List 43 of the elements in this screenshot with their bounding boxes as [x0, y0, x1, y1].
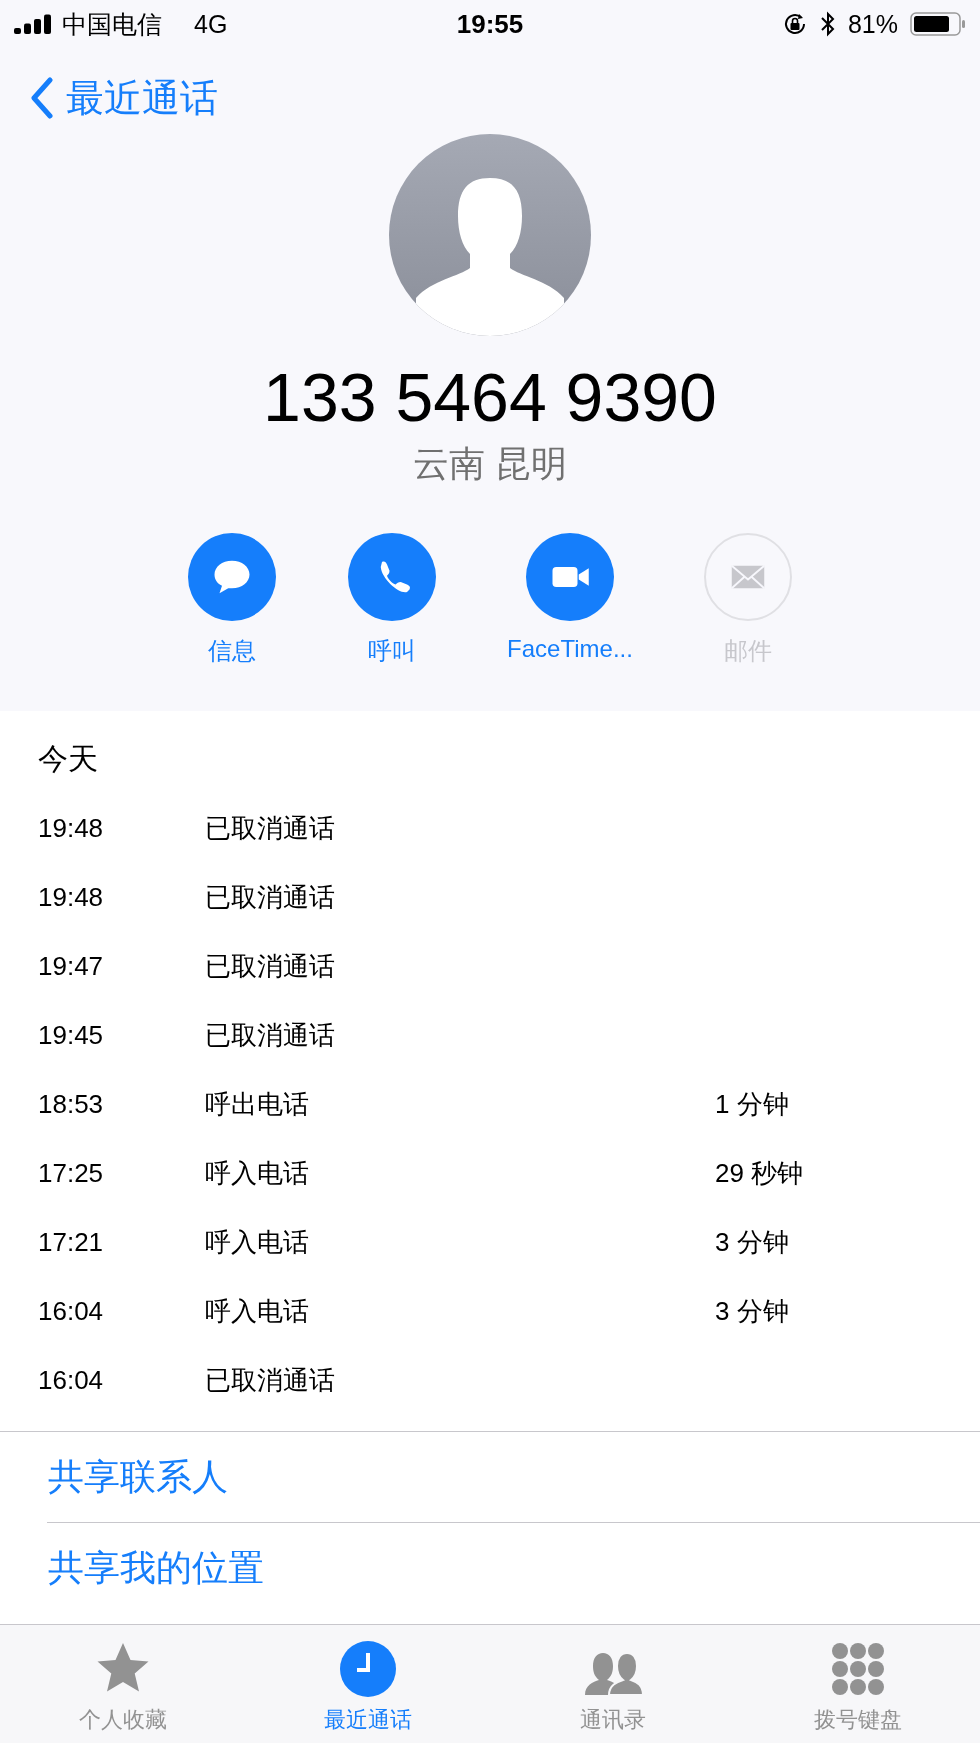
- call-type: 已取消通话: [205, 1020, 335, 1050]
- call-time: 16:04: [38, 1296, 104, 1326]
- network-type: 4G: [194, 9, 228, 39]
- bluetooth-icon: [819, 11, 836, 37]
- chevron-icon: [30, 77, 54, 119]
- video-action[interactable]: FaceTime...: [507, 533, 633, 663]
- call-duration: 1 分钟: [715, 1088, 789, 1121]
- call-time: 19:48: [38, 882, 104, 912]
- battery-percent: 81%: [847, 9, 898, 39]
- phone-number: 133 5464 9390: [263, 358, 717, 436]
- battery-icon: [910, 11, 966, 37]
- call-type: 已取消通话: [205, 951, 335, 981]
- back-button[interactable]: 最近通话: [30, 72, 218, 124]
- call-time: 17:21: [38, 1227, 104, 1257]
- call-duration: 3 分钟: [715, 1295, 789, 1328]
- call-time: 19:47: [38, 951, 104, 981]
- call-duration: 29 秒钟: [715, 1157, 804, 1190]
- call-time: 17:25: [38, 1158, 104, 1188]
- call-type: 呼入电话: [205, 1158, 309, 1188]
- tab-item[interactable]: 个人收藏: [0, 1625, 245, 1743]
- tab-item[interactable]: 拨号键盘: [735, 1625, 980, 1743]
- recents-icon: [337, 1639, 398, 1699]
- call-duration: 3 分钟: [715, 1226, 789, 1259]
- action-link[interactable]: 共享联系人: [0, 1432, 980, 1522]
- call-time: 18:53: [38, 1089, 104, 1119]
- tab-item[interactable]: 通讯录: [490, 1625, 735, 1743]
- call-time: 19:45: [38, 1020, 104, 1050]
- call-time: 16:04: [38, 1365, 104, 1395]
- call-type: 呼入电话: [205, 1296, 309, 1326]
- call-type: 已取消通话: [205, 813, 335, 843]
- call-type: 呼出电话: [205, 1089, 309, 1119]
- action-link[interactable]: 共享我的位置: [0, 1523, 980, 1613]
- tab-item[interactable]: 最近通话: [245, 1625, 490, 1743]
- avatar-icon: [389, 134, 591, 336]
- call-type: 已取消通话: [205, 1365, 335, 1395]
- carrier-name: 中国电信: [62, 8, 162, 40]
- location-label: 云南 昆明: [413, 442, 567, 486]
- call-type: 已取消通话: [205, 882, 335, 912]
- call-type: 呼入电话: [205, 1227, 309, 1257]
- call-time: 19:48: [38, 813, 104, 843]
- section-heading: 今天: [38, 741, 98, 777]
- status-time: 19:55: [456, 8, 524, 39]
- signal-icon: [14, 14, 52, 34]
